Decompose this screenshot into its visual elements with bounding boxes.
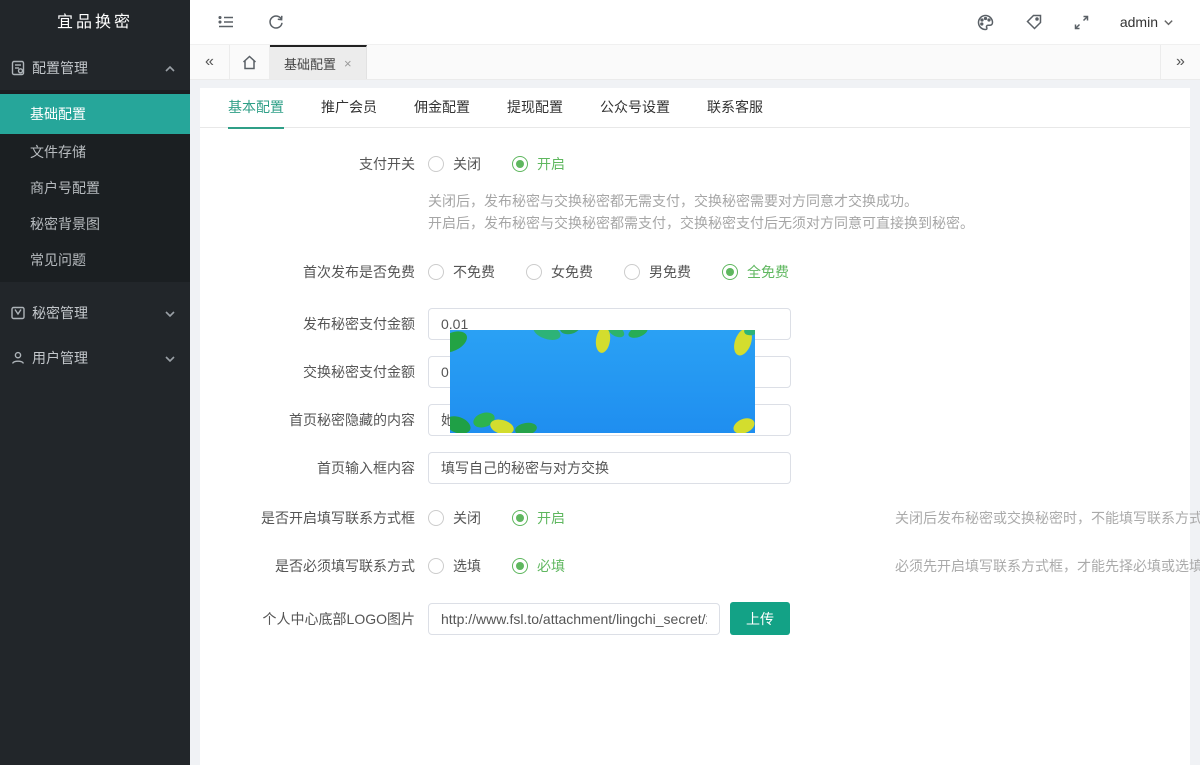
tab-commission-config[interactable]: 佣金配置 <box>414 88 470 128</box>
form-row-first-free: 首次发布是否免费 不免费 女免费 <box>227 260 1190 284</box>
sidebar-submenu-config: 基础配置 文件存储 商户号配置 秘密背景图 常见问题 <box>0 90 190 282</box>
header-right: admin <box>976 12 1200 32</box>
radio-circle <box>526 264 542 280</box>
user-menu[interactable]: admin <box>1120 14 1174 30</box>
chevron-up-icon <box>164 62 176 74</box>
refresh-icon[interactable] <box>266 12 286 32</box>
sidebar-item-file-storage[interactable]: 文件存储 <box>0 134 190 170</box>
settings-tabs: 基本配置 推广会员 佣金配置 提现配置 公众号设置 联系客服 <box>200 88 1190 128</box>
decorative-leaves-image <box>450 330 755 433</box>
logo-url-input[interactable] <box>428 603 720 635</box>
sidebar-group-secret[interactable]: 秘密管理 <box>0 290 190 335</box>
chevron-down-icon <box>164 352 176 364</box>
scroll-tabs-right-button[interactable]: » <box>1160 45 1200 79</box>
tab-customer-service[interactable]: 联系客服 <box>707 88 763 128</box>
tag-icon[interactable] <box>1024 12 1044 32</box>
app-title: 宜品换密 <box>0 0 190 45</box>
close-icon[interactable]: × <box>344 56 352 71</box>
chevron-down-icon <box>1163 17 1174 28</box>
sidebar-group-user[interactable]: 用户管理 <box>0 335 190 380</box>
tabstrip-spacer <box>367 45 1160 79</box>
tab-label: 基础配置 <box>284 54 336 73</box>
config-icon <box>10 60 26 76</box>
form-row-payment-switch: 支付开关 关闭 开启 <box>227 152 1190 176</box>
form-row-contact-box: 是否开启填写联系方式框 关闭 开启 关闭后发布秘密或交换秘密时，不能填写 <box>227 506 1190 530</box>
radio-payment-off[interactable]: 关闭 <box>428 154 481 174</box>
sidebar-group-label: 秘密管理 <box>32 303 164 323</box>
sidebar-item-merchant-config[interactable]: 商户号配置 <box>0 170 190 206</box>
form-row-home-input: 首页输入框内容 <box>227 452 1190 484</box>
field-label: 首页秘密隐藏的内容 <box>227 410 415 430</box>
field-label: 首页输入框内容 <box>227 458 415 478</box>
radio-circle <box>512 558 528 574</box>
field-label: 是否开启填写联系方式框 <box>227 508 415 528</box>
form-row-logo: 个人中心底部LOGO图片 上传 <box>227 602 1190 635</box>
radio-contact-optional[interactable]: 选填 <box>428 556 481 576</box>
menu-fold-icon[interactable] <box>216 12 236 32</box>
radio-contact-required[interactable]: 必填 <box>512 556 565 576</box>
home-icon <box>241 54 258 71</box>
field-label: 首次发布是否免费 <box>227 262 415 282</box>
help-line: 开启后，发布秘密与交换秘密都需支付，交换秘密支付后无须对方同意可直接换到秘密。 <box>428 212 1190 234</box>
chevron-down-icon <box>164 307 176 319</box>
radio-circle <box>722 264 738 280</box>
tab-withdraw-config[interactable]: 提现配置 <box>507 88 563 128</box>
contact-required-hint: 必须先开启填写联系方式框，才能先择必填或选填 <box>895 556 1200 576</box>
radio-circle <box>428 264 444 280</box>
help-line: 关闭后，发布秘密与交换秘密都无需支付，交换秘密需要对方同意才交换成功。 <box>428 190 1190 212</box>
tab-promo-member[interactable]: 推广会员 <box>321 88 377 128</box>
contact-box-hint: 关闭后发布秘密或交换秘密时，不能填写联系方式。 <box>895 508 1200 528</box>
sidebar-item-faq[interactable]: 常见问题 <box>0 242 190 278</box>
radio-circle <box>512 156 528 172</box>
radio-not-free[interactable]: 不免费 <box>428 262 495 282</box>
user-icon <box>10 350 26 366</box>
radio-circle <box>428 156 444 172</box>
radio-circle <box>512 510 528 526</box>
username: admin <box>1120 14 1158 30</box>
sidebar-item-basic-config[interactable]: 基础配置 <box>0 94 190 134</box>
palette-icon[interactable] <box>976 12 996 32</box>
home-input-content-input[interactable] <box>428 452 791 484</box>
field-label: 发布秘密支付金额 <box>227 314 415 334</box>
radio-female-free[interactable]: 女免费 <box>526 262 593 282</box>
upload-button[interactable]: 上传 <box>730 602 790 635</box>
sidebar-group-label: 配置管理 <box>32 58 164 78</box>
tab-basic-config[interactable]: 基本配置 <box>228 88 284 128</box>
fullscreen-icon[interactable] <box>1072 12 1092 32</box>
secret-icon <box>10 305 26 321</box>
field-label: 交换秘密支付金额 <box>227 362 415 382</box>
tab-strip: « 基础配置 × » <box>190 45 1200 80</box>
field-label: 是否必须填写联系方式 <box>227 556 415 576</box>
open-tab-basic-config[interactable]: 基础配置 × <box>270 45 367 79</box>
form-row-contact-required: 是否必须填写联系方式 选填 必填 必须先开启填写联系方式框，才能先择必填 <box>227 554 1190 578</box>
header-left <box>190 12 286 32</box>
sidebar-group-label: 用户管理 <box>32 348 164 368</box>
radio-payment-on[interactable]: 开启 <box>512 154 565 174</box>
payment-switch-help: 关闭后，发布秘密与交换秘密都无需支付，交换秘密需要对方同意才交换成功。 开启后，… <box>428 190 1190 234</box>
radio-circle <box>624 264 640 280</box>
field-label: 支付开关 <box>227 154 415 174</box>
sidebar: 宜品换密 配置管理 基础配置 文件存储 商户号配置 秘密背景图 常见问题 秘密管… <box>0 0 190 765</box>
home-tab-button[interactable] <box>230 45 270 79</box>
radio-contact-box-off[interactable]: 关闭 <box>428 508 481 528</box>
radio-male-free[interactable]: 男免费 <box>624 262 691 282</box>
radio-circle <box>428 510 444 526</box>
radio-all-free[interactable]: 全免费 <box>722 262 789 282</box>
scroll-tabs-left-button[interactable]: « <box>190 45 230 79</box>
sidebar-group-config[interactable]: 配置管理 <box>0 45 190 90</box>
field-label: 个人中心底部LOGO图片 <box>227 609 415 629</box>
radio-contact-box-on[interactable]: 开启 <box>512 508 565 528</box>
tab-official-account[interactable]: 公众号设置 <box>600 88 670 128</box>
sidebar-item-secret-background[interactable]: 秘密背景图 <box>0 206 190 242</box>
radio-circle <box>428 558 444 574</box>
top-header: admin <box>190 0 1200 45</box>
